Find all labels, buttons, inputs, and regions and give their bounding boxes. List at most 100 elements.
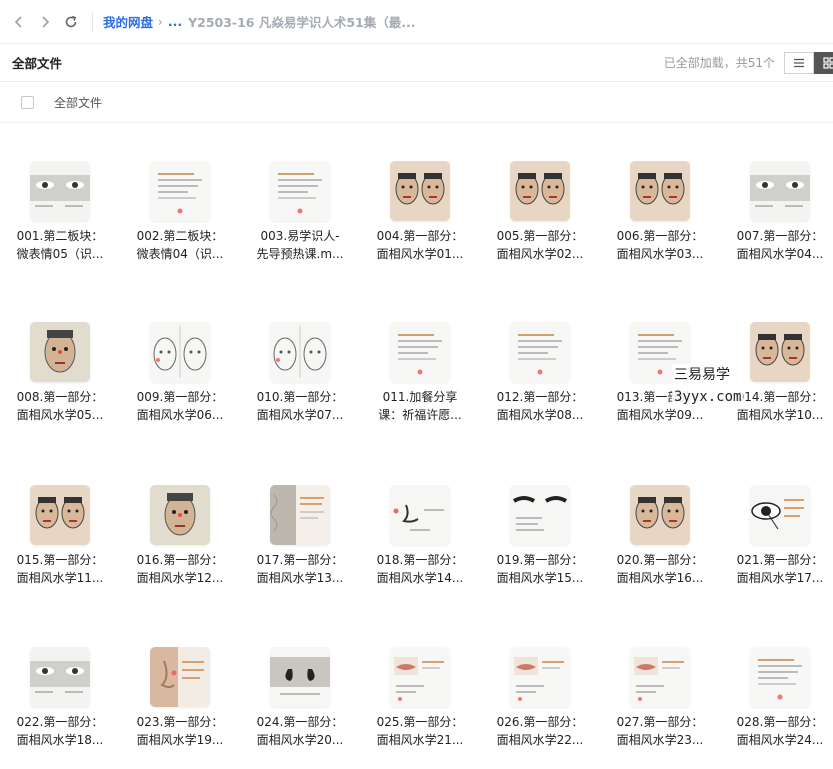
- watermark-line1: 三易易学: [674, 367, 730, 383]
- file-tile[interactable]: 023.第一部分： 面相风水学19...: [120, 609, 240, 759]
- file-name: 028.第一部分： 面相风水学24...: [720, 713, 833, 749]
- file-tile[interactable]: 018.第一部分： 面相风水学14...: [360, 447, 480, 597]
- file-name-line1: 016.第一部分：: [136, 553, 224, 567]
- file-name: 011.加餐分享 课：祈福许愿...: [360, 388, 480, 424]
- file-tile[interactable]: 015.第一部分： 面相风水学11...: [0, 447, 120, 597]
- file-name-line1: 021.第一部分：: [736, 553, 824, 567]
- file-name-line2: 面相风水学14...: [376, 571, 464, 585]
- video-thumbnail-image: [30, 647, 90, 707]
- back-button[interactable]: [6, 9, 32, 35]
- file-tile[interactable]: 027.第一部分： 面相风水学23...: [600, 609, 720, 759]
- file-thumbnail: [390, 485, 450, 545]
- file-tile[interactable]: 006.第一部分： 面相风水学03...: [600, 123, 720, 273]
- file-tile[interactable]: 026.第一部分： 面相风水学22...: [480, 609, 600, 759]
- file-thumbnail: [750, 322, 810, 382]
- file-name-line2: 面相风水学01...: [376, 247, 464, 261]
- file-name-line2: 课：祈福许愿...: [378, 408, 462, 422]
- file-tile[interactable]: 011.加餐分享 课：祈福许愿...: [360, 284, 480, 434]
- file-name: 016.第一部分： 面相风水学12...: [120, 551, 240, 587]
- file-tile[interactable]: 007.第一部分： 面相风水学04...: [720, 123, 833, 273]
- file-tile[interactable]: 004.第一部分： 面相风水学01...: [360, 123, 480, 273]
- file-name-line2: 面相风水学16...: [616, 571, 704, 585]
- file-tile[interactable]: 001.第二板块： 微表情05（识...: [0, 123, 120, 273]
- file-name-line2: 面相风水学17...: [736, 571, 824, 585]
- file-tile[interactable]: 021.第一部分： 面相风水学17...: [720, 447, 833, 597]
- view-toggle: [784, 52, 833, 74]
- grid-icon: [823, 57, 833, 69]
- file-name-line2: 面相风水学22...: [496, 733, 584, 747]
- file-tile[interactable]: 014.第一部分： 面相风水学10...: [720, 284, 833, 434]
- file-name-line1: 003.易学识人-: [260, 229, 340, 243]
- file-tile[interactable]: 002.第二板块： 微表情04（识...: [120, 123, 240, 273]
- file-tile[interactable]: 010.第一部分： 面相风水学07...: [240, 284, 360, 434]
- file-name-line1: 018.第一部分：: [376, 553, 464, 567]
- file-tile[interactable]: 028.第一部分： 面相风水学24...: [720, 609, 833, 759]
- file-tile[interactable]: 003.易学识人- 先导预热课.m...: [240, 123, 360, 273]
- file-tile[interactable]: 013.第一部分： 面相风水学09...: [600, 284, 720, 434]
- file-tile[interactable]: 012.第一部分： 面相风水学08...: [480, 284, 600, 434]
- file-thumbnail: [150, 161, 210, 221]
- video-thumbnail-image: [750, 647, 810, 707]
- video-thumbnail-image: [270, 161, 330, 221]
- file-name-line1: 020.第一部分：: [616, 553, 704, 567]
- file-thumbnail: [390, 647, 450, 707]
- file-thumbnail: [630, 485, 690, 545]
- divider: [92, 11, 93, 32]
- grid-view-button[interactable]: [814, 52, 833, 74]
- video-thumbnail-image: [30, 161, 90, 221]
- file-name-line1: 001.第二板块：: [16, 229, 104, 243]
- file-tile[interactable]: 025.第一部分： 面相风水学21...: [360, 609, 480, 759]
- file-name: 008.第一部分： 面相风水学05...: [0, 388, 120, 424]
- video-thumbnail-image: [30, 485, 90, 545]
- file-thumbnail: [270, 647, 330, 707]
- video-thumbnail-image: [150, 322, 210, 382]
- select-all-checkbox[interactable]: [21, 96, 34, 109]
- list-view-button[interactable]: [784, 52, 814, 74]
- file-name-line2: 面相风水学19...: [136, 733, 224, 747]
- video-thumbnail-image: [750, 161, 810, 221]
- file-tile[interactable]: 020.第一部分： 面相风水学16...: [600, 447, 720, 597]
- file-name-line1: 010.第一部分：: [256, 390, 344, 404]
- file-tile[interactable]: 005.第一部分： 面相风水学02...: [480, 123, 600, 273]
- file-name-line2: 先导预热课.m...: [256, 247, 344, 261]
- video-thumbnail-image: [750, 485, 810, 545]
- file-tile[interactable]: 009.第一部分： 面相风水学06...: [120, 284, 240, 434]
- file-name-line1: 011.加餐分享: [382, 390, 458, 404]
- file-thumbnail: [630, 647, 690, 707]
- breadcrumb-ellipsis[interactable]: ...: [168, 14, 182, 29]
- video-thumbnail-image: [270, 322, 330, 382]
- file-name-line1: 015.第一部分：: [16, 553, 104, 567]
- file-name-line2: 面相风水学15...: [496, 571, 584, 585]
- file-name: 007.第一部分： 面相风水学04...: [720, 227, 833, 263]
- file-name: 019.第一部分： 面相风水学15...: [480, 551, 600, 587]
- breadcrumb-root[interactable]: 我的网盘: [103, 12, 153, 31]
- watermark-line2: 3yyx.com: [674, 389, 742, 405]
- file-tile[interactable]: 019.第一部分： 面相风水学15...: [480, 447, 600, 597]
- video-thumbnail-image: [510, 647, 570, 707]
- file-tile[interactable]: 017.第一部分： 面相风水学13...: [240, 447, 360, 597]
- file-tile[interactable]: 008.第一部分： 面相风水学05...: [0, 284, 120, 434]
- file-name: 022.第一部分： 面相风水学18...: [0, 713, 120, 749]
- file-name-line1: 012.第一部分：: [496, 390, 584, 404]
- file-tile[interactable]: 016.第一部分： 面相风水学12...: [120, 447, 240, 597]
- video-thumbnail-image: [630, 647, 690, 707]
- file-name-line2: 面相风水学10...: [736, 408, 824, 422]
- video-thumbnail-image: [270, 485, 330, 545]
- select-all-label: 全部文件: [54, 96, 103, 110]
- file-thumbnail: [150, 647, 210, 707]
- file-name: 020.第一部分： 面相风水学16...: [600, 551, 720, 587]
- file-name-line1: 009.第一部分：: [136, 390, 224, 404]
- file-name-line1: 017.第一部分：: [256, 553, 344, 567]
- file-tile[interactable]: 022.第一部分： 面相风水学18...: [0, 609, 120, 759]
- refresh-button[interactable]: [58, 9, 84, 35]
- forward-button[interactable]: [32, 9, 58, 35]
- file-name-line2: 面相风水学21...: [376, 733, 464, 747]
- video-thumbnail-image: [630, 485, 690, 545]
- top-navigation-bar: 我的网盘 › ... Y2503-16 凡焱易学识人术51集（最...: [0, 0, 833, 44]
- file-name-line2: 微表情05（识...: [16, 247, 104, 261]
- file-thumbnail: [510, 647, 570, 707]
- file-tile[interactable]: 024.第一部分： 面相风水学20...: [240, 609, 360, 759]
- file-thumbnail: [750, 485, 810, 545]
- file-thumbnail: [630, 161, 690, 221]
- video-thumbnail-image: [150, 647, 210, 707]
